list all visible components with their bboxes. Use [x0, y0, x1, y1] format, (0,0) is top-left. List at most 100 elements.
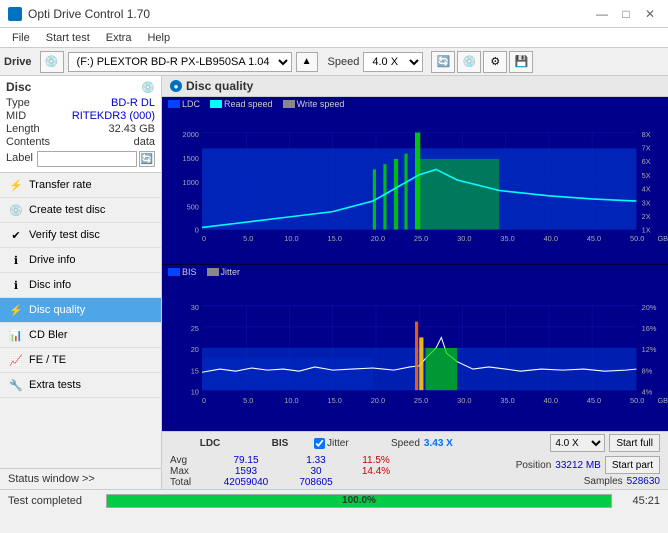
progress-text: 100.0% [107, 495, 611, 507]
stats-max-row: Max 1593 30 14.4% [170, 466, 516, 477]
svg-text:30.0: 30.0 [457, 234, 471, 243]
jitter-check-area: Jitter [314, 438, 387, 449]
bis-legend: BIS [168, 267, 197, 277]
ldc-legend-label: LDC [182, 99, 200, 109]
menu-help[interactable]: Help [139, 30, 178, 46]
stats-total-row: Total 42059040 708605 [170, 477, 516, 488]
chart2-svg: 30 25 20 15 10 20% 16% 12% 8% 4% [162, 279, 668, 428]
avg-ldc-value: 79.15 [206, 455, 286, 466]
drive-info-icon: ℹ [8, 252, 24, 268]
max-ldc-value: 1593 [206, 466, 286, 477]
max-label: Max [170, 466, 206, 477]
drive-label: Drive [4, 56, 32, 68]
svg-text:1000: 1000 [183, 178, 199, 187]
svg-text:15.0: 15.0 [328, 395, 342, 404]
jitter-legend: Jitter [207, 267, 241, 277]
svg-text:40.0: 40.0 [544, 234, 558, 243]
max-jitter-value: 14.4% [346, 466, 406, 477]
nav-cd-bler-label: CD Bler [29, 329, 68, 341]
position-row: Position 33212 MB Start part [516, 456, 660, 474]
status-time: 45:21 [620, 495, 660, 507]
disc-length-label: Length [6, 123, 40, 135]
stats-data-cols: Avg 79.15 1.33 11.5% Max 1593 30 14.4% [170, 455, 516, 488]
chart1-legend: LDC Read speed Write speed [162, 97, 668, 111]
settings-icon[interactable]: ⚙ [483, 51, 507, 73]
chart1-svg: 2000 1500 1000 500 0 8X 7X 6X 5X 4X 3X 2… [162, 111, 668, 260]
maximize-button[interactable]: □ [616, 7, 636, 21]
nav-verify-test-disc[interactable]: ✔ Verify test disc [0, 223, 161, 248]
avg-bis-value: 1.33 [286, 455, 346, 466]
nav-disc-info[interactable]: ℹ Disc info [0, 273, 161, 298]
start-full-button[interactable]: Start full [609, 434, 660, 452]
disc-contents-label: Contents [6, 136, 50, 148]
total-ldc-value: 42059040 [206, 477, 286, 488]
cd-bler-icon: 📊 [8, 327, 24, 343]
eject-button[interactable]: ▲ [296, 52, 318, 72]
svg-text:500: 500 [187, 202, 199, 211]
nav-disc-quality-label: Disc quality [29, 304, 85, 316]
nav-cd-bler[interactable]: 📊 CD Bler [0, 323, 161, 348]
menu-file[interactable]: File [4, 30, 38, 46]
chart1: LDC Read speed Write speed [162, 97, 668, 265]
disc-contents-row: Contents data [6, 136, 155, 148]
refresh-icon[interactable]: 🔄 [431, 51, 455, 73]
create-test-disc-icon: 💿 [8, 202, 24, 218]
nav-fe-te[interactable]: 📈 FE / TE [0, 348, 161, 373]
jitter-checkbox[interactable] [314, 438, 325, 449]
nav-extra-tests[interactable]: 🔧 Extra tests [0, 373, 161, 398]
svg-text:8%: 8% [642, 366, 653, 375]
speed-select[interactable]: 4.0 X [363, 52, 423, 72]
titlebar-controls: — □ ✕ [592, 7, 660, 21]
svg-text:25.0: 25.0 [414, 234, 428, 243]
stats-speed-select[interactable]: 4.0 X [550, 434, 605, 452]
svg-text:16%: 16% [642, 324, 657, 333]
menu-extra[interactable]: Extra [98, 30, 140, 46]
start-part-button[interactable]: Start part [605, 456, 660, 474]
disc-label-icon[interactable]: 🔄 [139, 151, 155, 167]
stats-data-area: Avg 79.15 1.33 11.5% Max 1593 30 14.4% [162, 454, 668, 489]
nav-disc-quality[interactable]: ⚡ Disc quality [0, 298, 161, 323]
avg-jitter-value: 11.5% [346, 455, 406, 466]
nav-transfer-rate[interactable]: ⚡ Transfer rate [0, 173, 161, 198]
svg-text:3X: 3X [642, 198, 651, 207]
status-window-button[interactable]: Status window >> [0, 468, 161, 489]
minimize-button[interactable]: — [592, 7, 612, 21]
disc-quality-icon: ⚡ [8, 302, 24, 318]
save-icon[interactable]: 💾 [509, 51, 533, 73]
content-header-icon: ● [170, 80, 182, 92]
stats-area: LDC BIS Jitter Speed 3.43 X 4.0 X Start … [162, 431, 668, 489]
chart2: BIS Jitter [162, 265, 668, 432]
titlebar: Opti Drive Control 1.70 — □ ✕ [0, 0, 668, 28]
svg-text:20.0: 20.0 [371, 395, 385, 404]
write-speed-legend-label: Write speed [297, 99, 345, 109]
svg-text:30: 30 [191, 303, 199, 312]
jitter-color [207, 268, 219, 276]
app-title: Opti Drive Control 1.70 [28, 7, 150, 21]
charts-container: LDC Read speed Write speed [162, 97, 668, 431]
svg-text:20: 20 [191, 345, 199, 354]
nav-drive-info[interactable]: ℹ Drive info [0, 248, 161, 273]
ldc-legend: LDC [168, 99, 200, 109]
disc-label-input[interactable] [37, 151, 137, 167]
progress-container: 100.0% [106, 494, 612, 508]
position-label: Position [516, 460, 552, 471]
bis-header: BIS [250, 438, 310, 449]
svg-text:2000: 2000 [183, 130, 199, 139]
svg-text:0: 0 [202, 234, 206, 243]
close-button[interactable]: ✕ [640, 7, 660, 21]
svg-text:0: 0 [195, 226, 199, 235]
disc-type-value: BD-R DL [111, 97, 155, 109]
menu-start-test[interactable]: Start test [38, 30, 98, 46]
svg-text:15: 15 [191, 366, 199, 375]
drive-select[interactable]: (F:) PLEXTOR BD-R PX-LB950SA 1.04 [68, 52, 292, 72]
max-bis-value: 30 [286, 466, 346, 477]
position-value: 33212 MB [555, 460, 601, 471]
write-speed-color [283, 100, 295, 108]
svg-text:25: 25 [191, 324, 199, 333]
cd-icon[interactable]: 💿 [457, 51, 481, 73]
svg-text:40.0: 40.0 [544, 395, 558, 404]
svg-text:20%: 20% [642, 303, 657, 312]
read-speed-legend: Read speed [210, 99, 273, 109]
nav-create-test-disc[interactable]: 💿 Create test disc [0, 198, 161, 223]
app-icon [8, 7, 22, 21]
